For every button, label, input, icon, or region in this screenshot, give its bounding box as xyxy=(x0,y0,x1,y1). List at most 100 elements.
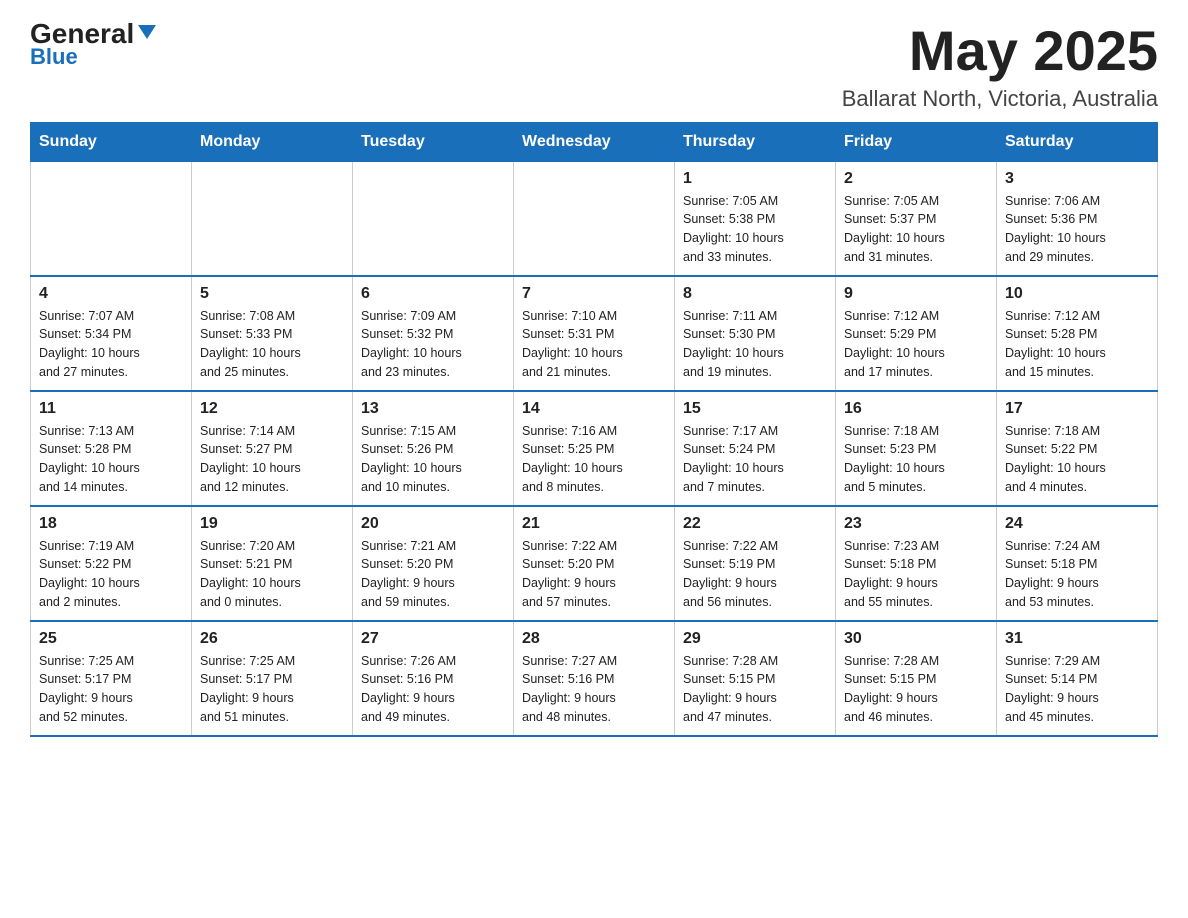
day-info: Sunrise: 7:24 AM Sunset: 5:18 PM Dayligh… xyxy=(1005,537,1149,612)
calendar-cell: 25 Sunrise: 7:25 AM Sunset: 5:17 PM Dayli… xyxy=(31,621,192,736)
calendar-cell: 12 Sunrise: 7:14 AM Sunset: 5:27 PM Dayli… xyxy=(192,391,353,506)
day-info: Sunrise: 7:25 AM Sunset: 5:17 PM Dayligh… xyxy=(39,652,183,727)
week-row-2: 4Sunrise: 7:07 AM Sunset: 5:34 PM Daylig… xyxy=(31,276,1158,391)
day-number: 5 xyxy=(200,285,344,303)
day-number: 8 xyxy=(683,285,827,303)
weekday-header-wednesday: Wednesday xyxy=(514,122,675,161)
week-row-3: 11 Sunrise: 7:13 AM Sunset: 5:28 PM Dayli… xyxy=(31,391,1158,506)
weekday-header-tuesday: Tuesday xyxy=(353,122,514,161)
day-info: Sunrise: 7:21 AM Sunset: 5:20 PM Dayligh… xyxy=(361,537,505,612)
calendar-cell xyxy=(353,161,514,276)
day-info: Sunrise: 7:16 AM Sunset: 5:25 PM Dayligh… xyxy=(522,422,666,497)
calendar-cell: 5 Sunrise: 7:08 AM Sunset: 5:33 PM Daylig… xyxy=(192,276,353,391)
day-number: 26 xyxy=(200,630,344,648)
day-number: 24 xyxy=(1005,515,1149,533)
day-info: Sunrise: 7:18 AM Sunset: 5:23 PM Dayligh… xyxy=(844,422,988,497)
day-number: 12 xyxy=(200,400,344,418)
day-number: 4 xyxy=(39,285,183,303)
calendar-cell: 13 Sunrise: 7:15 AM Sunset: 5:26 PM Dayli… xyxy=(353,391,514,506)
day-info: Sunrise: 7:13 AM Sunset: 5:28 PM Dayligh… xyxy=(39,422,183,497)
calendar-cell: 17 Sunrise: 7:18 AM Sunset: 5:22 PM Dayli… xyxy=(997,391,1158,506)
day-info: Sunrise: 7:28 AM Sunset: 5:15 PM Dayligh… xyxy=(844,652,988,727)
calendar-cell: 30 Sunrise: 7:28 AM Sunset: 5:15 PM Dayli… xyxy=(836,621,997,736)
calendar-cell: 11 Sunrise: 7:13 AM Sunset: 5:28 PM Dayli… xyxy=(31,391,192,506)
weekday-header-row: SundayMondayTuesdayWednesdayThursdayFrid… xyxy=(31,122,1158,161)
day-info: Sunrise: 7:17 AM Sunset: 5:24 PM Dayligh… xyxy=(683,422,827,497)
day-info: Sunrise: 7:22 AM Sunset: 5:20 PM Dayligh… xyxy=(522,537,666,612)
calendar-cell: 4Sunrise: 7:07 AM Sunset: 5:34 PM Daylig… xyxy=(31,276,192,391)
day-info: Sunrise: 7:09 AM Sunset: 5:32 PM Dayligh… xyxy=(361,307,505,382)
day-number: 21 xyxy=(522,515,666,533)
day-info: Sunrise: 7:20 AM Sunset: 5:21 PM Dayligh… xyxy=(200,537,344,612)
calendar-cell: 18 Sunrise: 7:19 AM Sunset: 5:22 PM Dayli… xyxy=(31,506,192,621)
day-number: 10 xyxy=(1005,285,1149,303)
day-number: 2 xyxy=(844,170,988,188)
day-number: 20 xyxy=(361,515,505,533)
calendar-cell: 20 Sunrise: 7:21 AM Sunset: 5:20 PM Dayli… xyxy=(353,506,514,621)
calendar-cell: 31Sunrise: 7:29 AM Sunset: 5:14 PM Dayli… xyxy=(997,621,1158,736)
calendar-cell xyxy=(31,161,192,276)
month-title: May 2025 xyxy=(842,20,1158,82)
calendar-table: SundayMondayTuesdayWednesdayThursdayFrid… xyxy=(30,122,1158,737)
day-info: Sunrise: 7:23 AM Sunset: 5:18 PM Dayligh… xyxy=(844,537,988,612)
day-number: 19 xyxy=(200,515,344,533)
calendar-cell: 6 Sunrise: 7:09 AM Sunset: 5:32 PM Daylig… xyxy=(353,276,514,391)
day-number: 1 xyxy=(683,170,827,188)
calendar-cell: 2 Sunrise: 7:05 AM Sunset: 5:37 PM Daylig… xyxy=(836,161,997,276)
day-info: Sunrise: 7:15 AM Sunset: 5:26 PM Dayligh… xyxy=(361,422,505,497)
day-number: 23 xyxy=(844,515,988,533)
day-info: Sunrise: 7:05 AM Sunset: 5:37 PM Dayligh… xyxy=(844,192,988,267)
week-row-1: 1 Sunrise: 7:05 AM Sunset: 5:38 PM Daylig… xyxy=(31,161,1158,276)
calendar-cell: 19 Sunrise: 7:20 AM Sunset: 5:21 PM Dayli… xyxy=(192,506,353,621)
week-row-4: 18 Sunrise: 7:19 AM Sunset: 5:22 PM Dayli… xyxy=(31,506,1158,621)
calendar-cell: 29Sunrise: 7:28 AM Sunset: 5:15 PM Dayli… xyxy=(675,621,836,736)
day-info: Sunrise: 7:06 AM Sunset: 5:36 PM Dayligh… xyxy=(1005,192,1149,267)
weekday-header-saturday: Saturday xyxy=(997,122,1158,161)
day-number: 16 xyxy=(844,400,988,418)
title-block: May 2025 Ballarat North, Victoria, Austr… xyxy=(842,20,1158,112)
weekday-header-sunday: Sunday xyxy=(31,122,192,161)
day-info: Sunrise: 7:29 AM Sunset: 5:14 PM Dayligh… xyxy=(1005,652,1149,727)
day-info: Sunrise: 7:12 AM Sunset: 5:29 PM Dayligh… xyxy=(844,307,988,382)
day-number: 13 xyxy=(361,400,505,418)
day-number: 17 xyxy=(1005,400,1149,418)
calendar-cell: 14 Sunrise: 7:16 AM Sunset: 5:25 PM Dayli… xyxy=(514,391,675,506)
week-row-5: 25 Sunrise: 7:25 AM Sunset: 5:17 PM Dayli… xyxy=(31,621,1158,736)
logo: General Blue xyxy=(30,20,158,70)
location-title: Ballarat North, Victoria, Australia xyxy=(842,86,1158,112)
day-info: Sunrise: 7:27 AM Sunset: 5:16 PM Dayligh… xyxy=(522,652,666,727)
weekday-header-friday: Friday xyxy=(836,122,997,161)
logo-blue: Blue xyxy=(30,44,78,70)
day-number: 18 xyxy=(39,515,183,533)
day-info: Sunrise: 7:25 AM Sunset: 5:17 PM Dayligh… xyxy=(200,652,344,727)
page-header: General Blue May 2025 Ballarat North, Vi… xyxy=(30,20,1158,112)
day-number: 11 xyxy=(39,400,183,418)
day-info: Sunrise: 7:18 AM Sunset: 5:22 PM Dayligh… xyxy=(1005,422,1149,497)
day-info: Sunrise: 7:11 AM Sunset: 5:30 PM Dayligh… xyxy=(683,307,827,382)
day-number: 25 xyxy=(39,630,183,648)
day-info: Sunrise: 7:22 AM Sunset: 5:19 PM Dayligh… xyxy=(683,537,827,612)
day-number: 15 xyxy=(683,400,827,418)
day-info: Sunrise: 7:08 AM Sunset: 5:33 PM Dayligh… xyxy=(200,307,344,382)
calendar-cell: 26 Sunrise: 7:25 AM Sunset: 5:17 PM Dayli… xyxy=(192,621,353,736)
calendar-cell xyxy=(514,161,675,276)
calendar-cell: 24 Sunrise: 7:24 AM Sunset: 5:18 PM Dayli… xyxy=(997,506,1158,621)
calendar-cell: 23 Sunrise: 7:23 AM Sunset: 5:18 PM Dayli… xyxy=(836,506,997,621)
day-number: 14 xyxy=(522,400,666,418)
calendar-cell: 8 Sunrise: 7:11 AM Sunset: 5:30 PM Daylig… xyxy=(675,276,836,391)
calendar-cell xyxy=(192,161,353,276)
calendar-cell: 22 Sunrise: 7:22 AM Sunset: 5:19 PM Dayli… xyxy=(675,506,836,621)
day-info: Sunrise: 7:19 AM Sunset: 5:22 PM Dayligh… xyxy=(39,537,183,612)
day-number: 28 xyxy=(522,630,666,648)
logo-triangle-icon xyxy=(136,21,158,43)
weekday-header-monday: Monday xyxy=(192,122,353,161)
calendar-cell: 27 Sunrise: 7:26 AM Sunset: 5:16 PM Dayli… xyxy=(353,621,514,736)
day-info: Sunrise: 7:14 AM Sunset: 5:27 PM Dayligh… xyxy=(200,422,344,497)
day-number: 27 xyxy=(361,630,505,648)
day-number: 22 xyxy=(683,515,827,533)
calendar-cell: 3Sunrise: 7:06 AM Sunset: 5:36 PM Daylig… xyxy=(997,161,1158,276)
day-info: Sunrise: 7:05 AM Sunset: 5:38 PM Dayligh… xyxy=(683,192,827,267)
day-number: 30 xyxy=(844,630,988,648)
day-info: Sunrise: 7:26 AM Sunset: 5:16 PM Dayligh… xyxy=(361,652,505,727)
day-number: 6 xyxy=(361,285,505,303)
